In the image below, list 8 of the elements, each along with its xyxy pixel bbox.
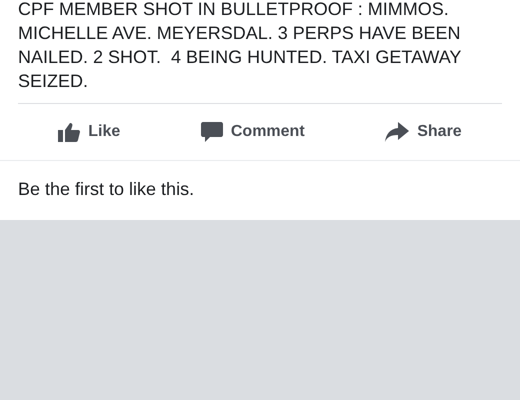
share-button[interactable]: Share xyxy=(379,118,468,146)
thumbs-up-icon xyxy=(58,122,80,142)
likes-summary: Be the first to like this. xyxy=(18,179,194,199)
share-arrow-icon xyxy=(385,122,410,142)
comment-button[interactable]: Comment xyxy=(194,117,311,147)
post-text: CPF MEMBER SHOT IN BULLETPROOF : MIMMOS. MICHELLE AVE. MEYERSDAL. 3 PERPS HAVE BEEN NAILED. 2 SHOT. 4 BEING HUNTED. TAXI GETAWAY SEIZED. xyxy=(17,0,462,93)
speech-bubble-icon xyxy=(200,121,223,143)
like-button[interactable]: Like xyxy=(52,118,126,146)
